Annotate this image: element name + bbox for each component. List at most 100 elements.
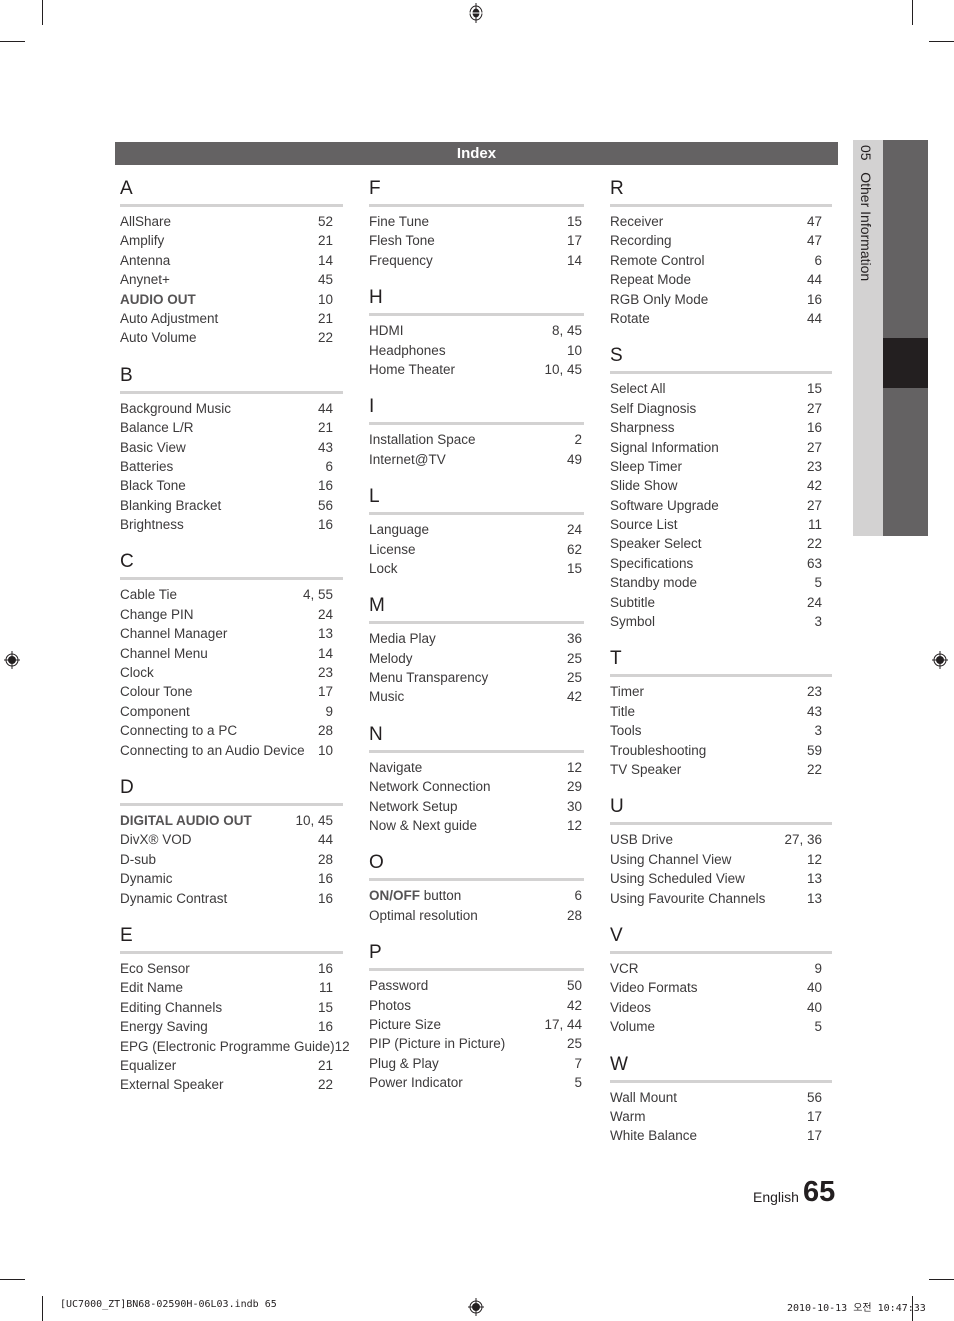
entry-term-text: Signal Information	[610, 439, 719, 455]
index-section-b: B Background Music 44 Balance L/R 21 Basic Vi…	[120, 365, 343, 535]
page-number: 65	[803, 1176, 836, 1208]
entry-pages: 29	[566, 779, 582, 795]
index-entry: External Speaker 22	[120, 1075, 343, 1094]
entry-term-text: Media Play	[369, 631, 436, 647]
entry-pages: 10, 45	[295, 812, 333, 828]
index-entry: Speaker Select 22	[610, 534, 832, 553]
index-entry: Clock 23	[120, 663, 343, 682]
registration-mark-icon	[4, 651, 20, 669]
entry-pages: 44	[317, 832, 333, 848]
section-divider	[120, 577, 343, 581]
index-entry: Amplify 21	[120, 231, 343, 250]
entry-term-text: Component	[120, 703, 190, 719]
entry-term: Frequency	[369, 251, 433, 270]
entry-term-text: Energy Saving	[120, 1019, 208, 1035]
index-entry: Balance L/R 21	[120, 418, 343, 437]
entry-term: Equalizer	[120, 1056, 176, 1075]
index-entry: Equalizer 21	[120, 1056, 343, 1075]
index-entry: Dynamic 16	[120, 869, 343, 888]
entry-pages: 16	[317, 890, 333, 906]
index-entry: USB Drive 27, 36	[610, 830, 832, 849]
entry-pages: 12	[806, 851, 822, 867]
section-divider	[610, 204, 832, 207]
index-entry: Source List 11	[610, 515, 832, 534]
index-entry: Signal Information 27	[610, 438, 832, 457]
entry-pages: 9	[814, 960, 822, 976]
entry-term: Network Connection	[369, 777, 491, 796]
entry-pages: 28	[317, 851, 333, 867]
entry-pages: 21	[317, 310, 333, 326]
entry-term-text: Background Music	[120, 400, 232, 416]
entry-term-text: VCR	[610, 960, 639, 976]
entry-term-text: Channel Menu	[120, 645, 208, 661]
entry-term-text: Using Favourite Channels	[610, 890, 766, 906]
entry-pages: 24	[806, 594, 822, 610]
index-section-s: S Select All 15 Self Diagnosis 27 Sharpness 16…	[610, 345, 832, 631]
entry-pages: 24	[566, 522, 582, 538]
entry-term: Antenna	[120, 251, 170, 270]
entry-term: Tools	[610, 721, 642, 740]
index-entry: ON/OFF button 6	[369, 886, 584, 905]
index-entry: Antenna 14	[120, 251, 343, 270]
entry-term-text: Edit Name	[120, 980, 184, 996]
entry-term-text: Optimal resolution	[369, 907, 478, 923]
entry-term-text: Rotate	[610, 310, 650, 326]
entry-term-text: Auto Volume	[120, 330, 197, 346]
entry-term-text: Recording	[610, 233, 672, 249]
entry-term-text: Plug & Play	[369, 1055, 439, 1071]
index-section-o: O ON/OFF button 6 Optimal resolution 28	[369, 852, 584, 925]
entry-term-text: Receiver	[610, 214, 664, 229]
entry-term-text: Remote Control	[610, 252, 705, 268]
index-entry: Component 9	[120, 702, 343, 721]
entry-term-text: Videos	[610, 999, 652, 1015]
section-divider	[610, 371, 832, 375]
entry-term: DIGITAL AUDIO OUT	[120, 811, 252, 830]
entry-pages: 22	[806, 761, 822, 777]
index-entry: Password 50	[369, 976, 584, 995]
index-entry: Rotate 44	[610, 309, 832, 328]
entry-term: Cable Tie	[120, 585, 177, 604]
entry-term: Music	[369, 687, 404, 706]
entry-term-text: Melody	[369, 650, 413, 666]
entry-term: Dynamic	[120, 869, 173, 888]
section-divider	[369, 313, 584, 317]
entry-term: Internet@TV	[369, 450, 446, 469]
section-letter: L	[369, 486, 380, 508]
crop-mark	[0, 41, 25, 42]
entry-term-text: Headphones	[369, 342, 446, 358]
index-entry: Repeat Mode 44	[610, 270, 832, 289]
entry-term-text: Dynamic Contrast	[120, 890, 228, 906]
entry-term-text: Colour Tone	[120, 684, 193, 700]
index-entry: Auto Volume 22	[120, 328, 343, 347]
index-entry: Videos 40	[610, 998, 832, 1017]
entry-term: RGB Only Mode	[610, 290, 708, 309]
index-section-w: W Wall Mount 56 Warm 17 White Balance 17	[610, 1054, 832, 1146]
entry-term: Blanking Bracket	[120, 496, 221, 515]
index-column-1: A AllShare 52 Amplify 21 Antenna 14 Anynet+ 45 AU…	[120, 178, 350, 1112]
entry-term-text: Frequency	[369, 252, 433, 268]
index-entry: Power Indicator 5	[369, 1073, 584, 1092]
index-entry: PIP (Picture in Picture) 25	[369, 1034, 584, 1053]
entry-term: Photos	[369, 996, 411, 1015]
entry-term-text: Music	[369, 689, 405, 705]
entry-term-text: D-sub	[120, 851, 157, 867]
entry-term: Software Upgrade	[610, 496, 719, 515]
entry-term: Batteries	[120, 457, 173, 476]
index-section-h: H HDMI 8, 45 Headphones 10 Home Theater 10, 45	[369, 287, 584, 379]
entry-term: Optimal resolution	[369, 906, 478, 925]
section-letter: S	[610, 345, 623, 367]
section-letter: U	[610, 796, 624, 818]
entry-term-text: Repeat Mode	[610, 272, 692, 288]
entry-term-text: Anynet+	[120, 272, 170, 288]
entry-pages: 5	[574, 1075, 582, 1091]
entry-term-text: License	[369, 541, 416, 557]
entry-pages: 7	[574, 1055, 582, 1071]
index-entry: Receiver 47	[610, 212, 832, 231]
entry-term-text: Troubleshooting	[610, 742, 707, 758]
entry-pages: 8, 45	[551, 323, 582, 339]
entry-pages: 16	[317, 960, 333, 976]
index-entry: Recording 47	[610, 231, 832, 250]
section-letter: R	[610, 178, 624, 199]
index-entry: Video Formats 40	[610, 978, 832, 997]
index-entry: Home Theater 10, 45	[369, 360, 584, 379]
